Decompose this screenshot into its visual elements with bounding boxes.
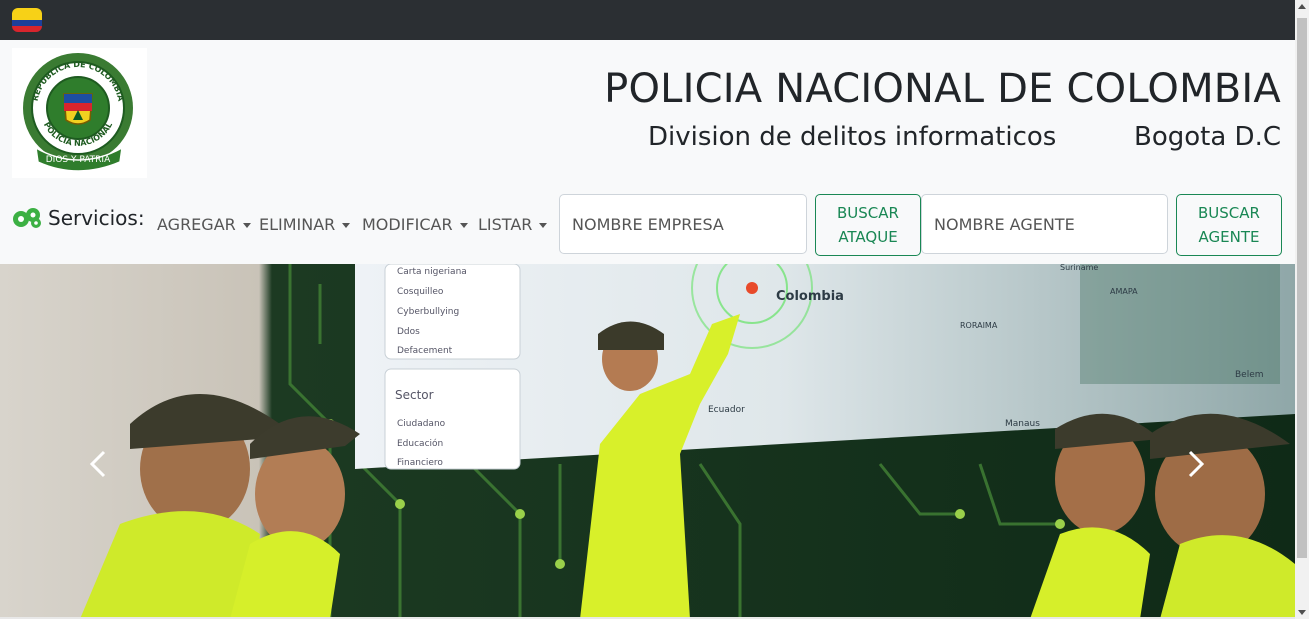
map-label-belem: Belem (1235, 370, 1264, 380)
search-attack-label-1: BUSCAR (837, 204, 899, 222)
search-agent-label-1: BUSCAR (1198, 204, 1260, 222)
search-agent-button[interactable]: BUSCAR AGENTE (1176, 194, 1282, 256)
screen-sector-3: Financiero (397, 458, 443, 468)
screen-sector-2: Educación (397, 438, 443, 449)
screen-item-5: Defacement (397, 346, 453, 356)
screen-item-3: Cyberbullying (397, 307, 459, 317)
services-label: Servicios: (48, 206, 145, 230)
services-group: Servicios: (12, 206, 145, 230)
search-attack-label-2: ATAQUE (838, 228, 898, 246)
screen-item-1: Carta nigeriana (397, 267, 467, 277)
map-label-roraima: RORAIMA (960, 321, 998, 330)
menu-agregar-label: AGREGAR (157, 215, 236, 234)
map-label-amapa: AMAPA (1110, 287, 1138, 296)
scroll-up-icon[interactable] (1298, 4, 1306, 9)
caret-down-icon (342, 223, 351, 228)
menu-modificar[interactable]: MODIFICAR (362, 215, 468, 234)
map-label-colombia: Colombia (776, 289, 844, 304)
top-bar (0, 0, 1295, 40)
caret-down-icon (459, 223, 468, 228)
screen-sector-title: Sector (395, 388, 434, 402)
police-logo: DIOS Y PATRIA REPUBLICA DE COLOMBIA POLI… (12, 48, 147, 178)
agent-name-input[interactable]: NOMBRE AGENTE (921, 194, 1168, 254)
menu-eliminar[interactable]: ELIMINAR (259, 215, 351, 234)
screen-item-4: Ddos (397, 327, 420, 337)
menu-listar[interactable]: LISTAR (478, 215, 548, 234)
caret-down-icon (539, 223, 548, 228)
search-agent-label-2: AGENTE (1198, 228, 1260, 246)
page-subtitle: Division de delitos informaticos (648, 122, 1057, 152)
city-label: Bogota D.C (1134, 122, 1281, 152)
agent-name-placeholder: NOMBRE AGENTE (934, 214, 1075, 234)
menu-listar-label: LISTAR (478, 215, 533, 234)
page-header: DIOS Y PATRIA REPUBLICA DE COLOMBIA POLI… (0, 40, 1295, 264)
company-name-placeholder: NOMBRE EMPRESA (572, 214, 724, 234)
screen-item-2: Cosquilleo (397, 287, 444, 297)
menu-eliminar-label: ELIMINAR (259, 215, 336, 234)
scrollbar-thumb[interactable] (1297, 18, 1307, 558)
screen-sector-1: Ciudadano (397, 419, 446, 429)
page-title: POLICIA NACIONAL DE COLOMBIA (604, 66, 1281, 112)
vertical-scrollbar[interactable] (1295, 0, 1309, 619)
scroll-down-icon[interactable] (1298, 610, 1306, 615)
police-badge-icon: DIOS Y PATRIA REPUBLICA DE COLOMBIA POLI… (23, 53, 133, 172)
map-label-manaus: Manaus (1005, 419, 1040, 429)
menu-agregar[interactable]: AGREGAR (157, 215, 251, 234)
carousel-slide-image: Carta nigeriana Cosquilleo Cyberbullying… (0, 264, 1295, 619)
map-label-ecuador: Ecuador (708, 405, 745, 415)
menu-modificar-label: MODIFICAR (362, 215, 453, 234)
logo-motto: DIOS Y PATRIA (46, 155, 111, 165)
map-label-suriname: Suriname (1060, 264, 1098, 272)
search-attack-button[interactable]: BUSCAR ATAQUE (815, 194, 921, 256)
caret-down-icon (242, 223, 251, 228)
image-carousel: Carta nigeriana Cosquilleo Cyberbullying… (0, 264, 1295, 619)
gears-icon (13, 208, 41, 228)
colombia-flag-icon[interactable] (12, 8, 42, 32)
company-name-input[interactable]: NOMBRE EMPRESA (559, 194, 807, 254)
